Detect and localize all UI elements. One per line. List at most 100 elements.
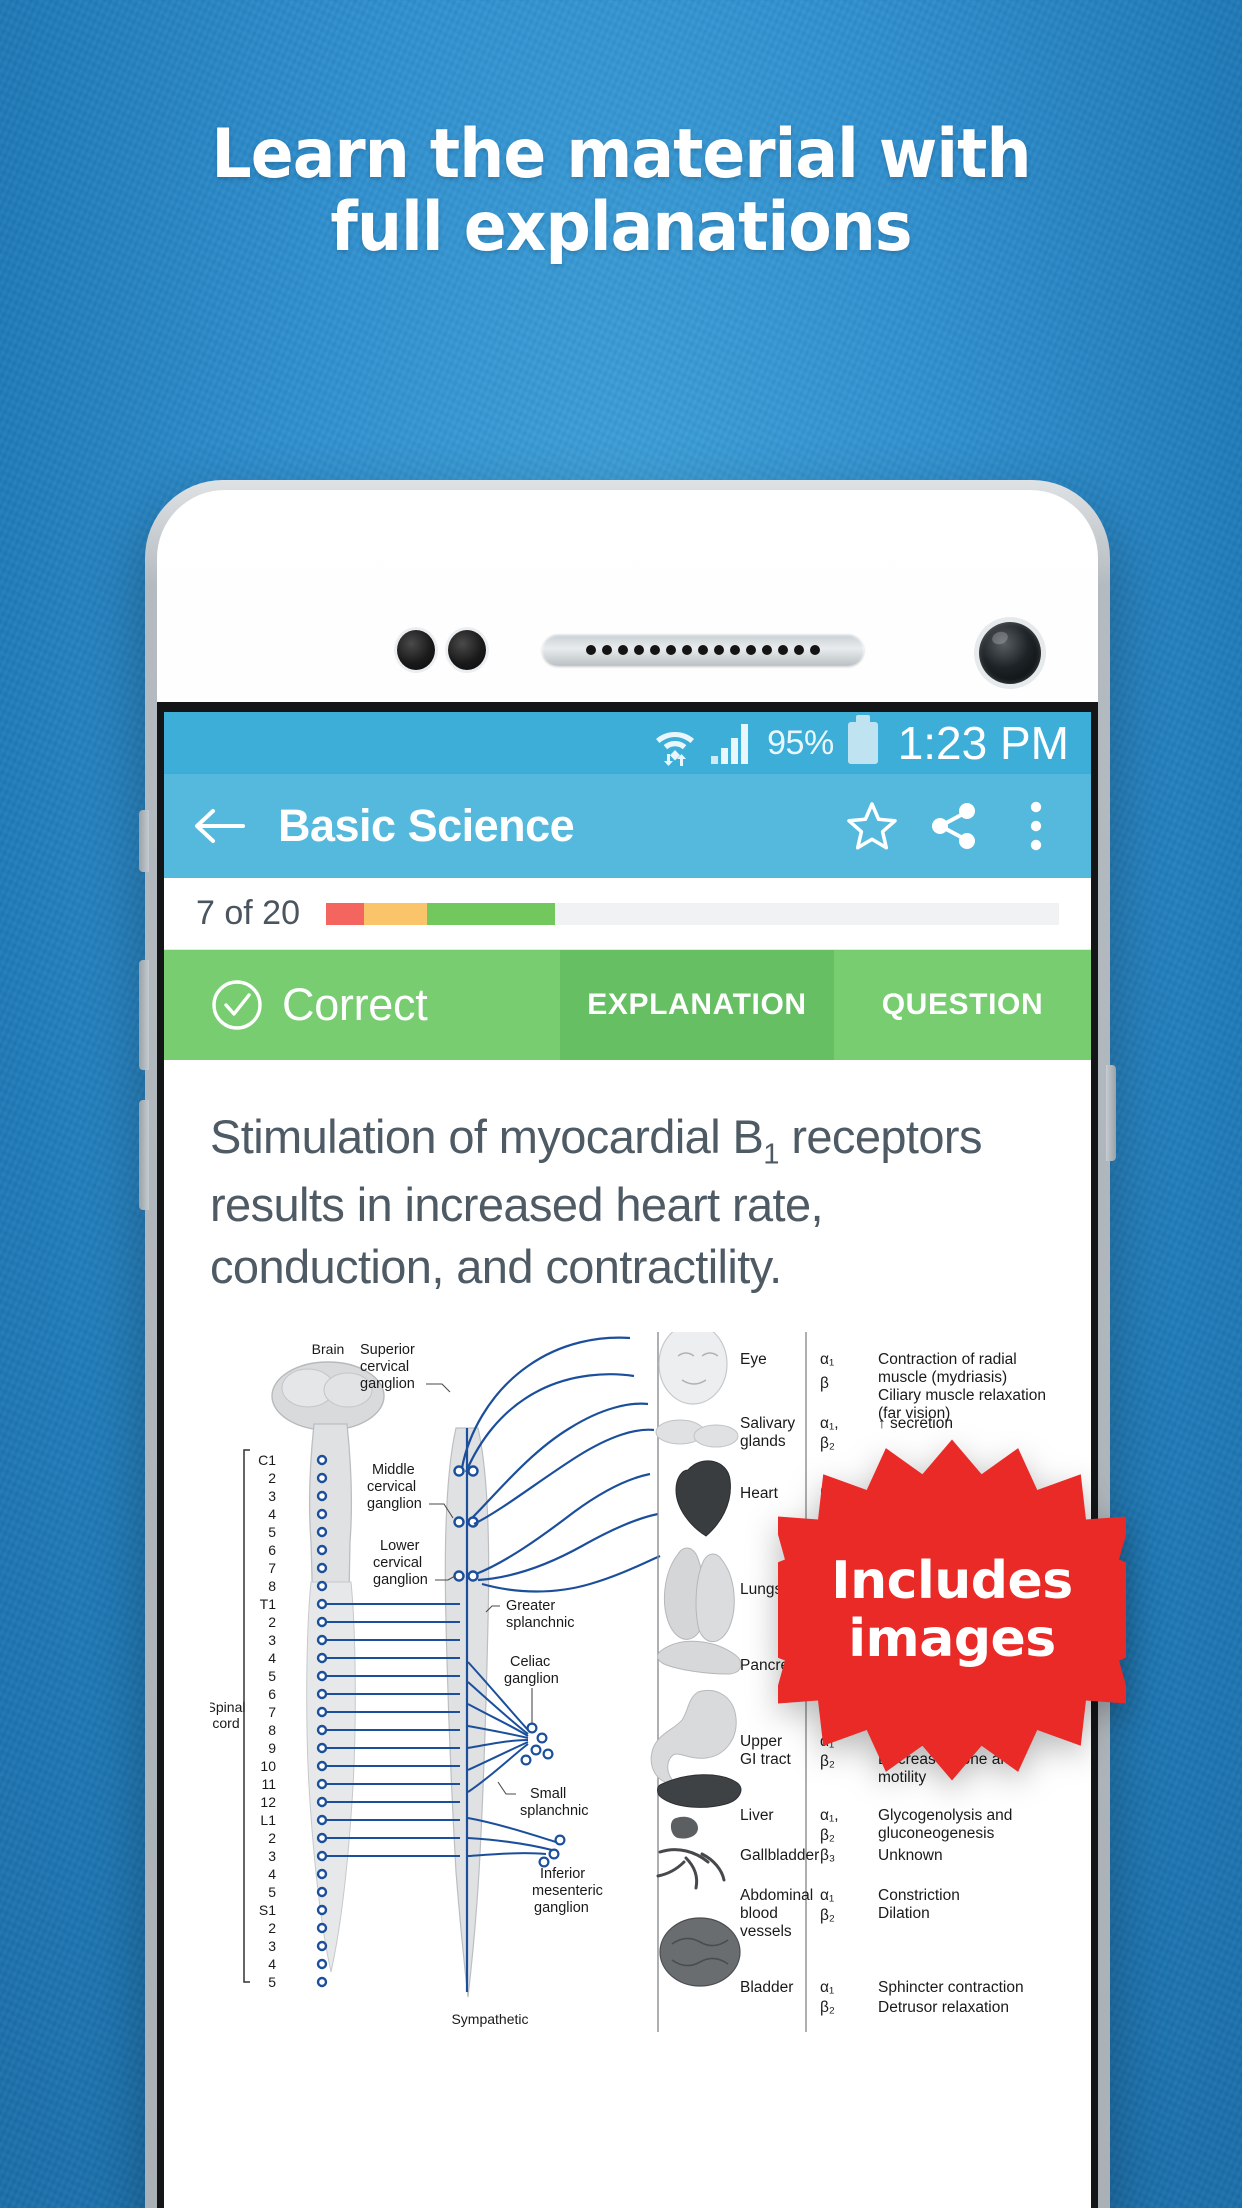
svg-text:splanchnic: splanchnic: [506, 1615, 575, 1631]
wifi-icon: [656, 732, 695, 766]
svg-text:Lungs: Lungs: [740, 1581, 782, 1598]
svg-text:Inferior: Inferior: [540, 1866, 585, 1882]
progress-segment-incorrect: [325, 902, 365, 925]
svg-text:cord: cord: [212, 1715, 239, 1731]
svg-text:α₁,: α₁,: [820, 1415, 839, 1432]
svg-text:2: 2: [268, 1614, 276, 1630]
explanation-text-part1: Stimulation of myocardial B: [210, 1110, 764, 1163]
svg-text:Salivary: Salivary: [740, 1415, 795, 1432]
promo-headline-line1: Learn the material with: [211, 115, 1031, 194]
includes-images-badge: Includes images: [778, 1434, 1126, 1786]
front-camera-icon: [979, 622, 1041, 684]
svg-text:L1: L1: [260, 1812, 276, 1828]
svg-text:Glycogenolysis and: Glycogenolysis and: [878, 1807, 1012, 1824]
svg-text:12: 12: [260, 1794, 276, 1810]
svg-text:4: 4: [268, 1650, 276, 1666]
svg-text:blood: blood: [740, 1905, 778, 1922]
tab-status-correct[interactable]: Correct: [164, 950, 560, 1060]
svg-text:↑ secretion: ↑ secretion: [878, 1415, 953, 1432]
svg-text:10: 10: [260, 1758, 276, 1774]
page-title: Basic Science: [278, 800, 575, 851]
progress-row: 7 of 20: [164, 878, 1091, 950]
svg-text:β₂: β₂: [820, 1907, 835, 1924]
svg-text:4: 4: [268, 1506, 276, 1522]
svg-text:Ciliary muscle relaxation: Ciliary muscle relaxation: [878, 1387, 1045, 1404]
svg-text:3: 3: [268, 1632, 276, 1648]
proximity-sensor-icon: [397, 630, 435, 670]
svg-text:2: 2: [268, 1920, 276, 1936]
svg-text:β₃: β₃: [820, 1847, 835, 1864]
tab-question-label: QUESTION: [881, 988, 1044, 1021]
phone-button-volume-up: [139, 960, 149, 1070]
svg-text:T1: T1: [260, 1596, 277, 1612]
tab-explanation-label: EXPLANATION: [587, 988, 807, 1021]
overflow-menu-icon[interactable]: [1009, 799, 1063, 853]
svg-text:7: 7: [268, 1560, 276, 1576]
svg-text:β₂: β₂: [820, 1999, 835, 2016]
svg-text:cervical: cervical: [367, 1479, 416, 1495]
svg-text:Dilation: Dilation: [878, 1905, 930, 1922]
svg-text:vessels: vessels: [740, 1923, 792, 1940]
phone-mockup: 95% 1:23 PM Basic Science 7 of 20 Correc…: [139, 480, 1116, 2208]
svg-text:ganglion: ganglion: [504, 1671, 559, 1687]
svg-text:Sympathetic: Sympathetic: [451, 2011, 528, 2027]
svg-text:ganglion: ganglion: [367, 1496, 422, 1512]
svg-text:Detrusor relaxation: Detrusor relaxation: [878, 1999, 1009, 2016]
battery-icon: [847, 715, 878, 764]
svg-text:ganglion: ganglion: [534, 1900, 589, 1916]
svg-text:cervical: cervical: [373, 1555, 422, 1571]
svg-text:ganglion: ganglion: [373, 1572, 428, 1588]
svg-text:5: 5: [268, 1668, 276, 1684]
svg-text:gluconeogenesis: gluconeogenesis: [878, 1825, 995, 1842]
phone-sensor-row: [157, 622, 1098, 684]
tab-explanation[interactable]: EXPLANATION: [560, 950, 834, 1060]
svg-text:3: 3: [268, 1848, 276, 1864]
svg-text:Lower: Lower: [380, 1538, 420, 1554]
phone-button-volume-down: [139, 1100, 149, 1210]
svg-text:splanchnic: splanchnic: [520, 1803, 589, 1819]
tab-bar: Correct EXPLANATION QUESTION: [164, 950, 1091, 1060]
explanation-text: Stimulation of myocardial B1 receptors r…: [210, 1106, 1045, 1298]
svg-text:Brain: Brain: [312, 1341, 345, 1357]
tab-status-label: Correct: [282, 979, 428, 1030]
svg-text:α₁: α₁: [820, 1351, 834, 1368]
svg-text:Superior: Superior: [360, 1342, 415, 1358]
svg-text:Liver: Liver: [740, 1807, 774, 1824]
status-bar: 95% 1:23 PM: [164, 712, 1091, 774]
svg-text:2: 2: [268, 1470, 276, 1486]
back-arrow-icon[interactable]: [192, 799, 246, 853]
svg-text:Constriction: Constriction: [878, 1887, 960, 1904]
svg-text:Gallbladder: Gallbladder: [740, 1847, 819, 1864]
svg-text:Celiac: Celiac: [510, 1654, 550, 1670]
app-bar: Basic Science: [164, 774, 1091, 878]
battery-percent-label: 95%: [767, 723, 834, 762]
svg-text:Spinal: Spinal: [210, 1699, 245, 1715]
share-icon[interactable]: [927, 799, 981, 853]
svg-text:Unknown: Unknown: [878, 1847, 943, 1864]
svg-text:Contraction of radial: Contraction of radial: [878, 1351, 1017, 1368]
svg-text:7: 7: [268, 1704, 276, 1720]
svg-text:β: β: [820, 1375, 829, 1392]
svg-text:cervical: cervical: [360, 1359, 409, 1375]
svg-text:α₁: α₁: [820, 1979, 834, 1996]
phone-body: 95% 1:23 PM Basic Science 7 of 20 Correc…: [157, 490, 1098, 2208]
tab-question[interactable]: QUESTION: [834, 950, 1091, 1060]
svg-text:muscle (mydriasis): muscle (mydriasis): [878, 1369, 1007, 1386]
earpiece-speaker-icon: [542, 634, 864, 666]
svg-text:4: 4: [268, 1866, 276, 1882]
progress-bar: [325, 902, 1059, 925]
phone-button-mute: [139, 810, 149, 872]
progress-segment-correct: [427, 902, 556, 925]
svg-text:8: 8: [268, 1578, 276, 1594]
svg-text:Eye: Eye: [740, 1351, 767, 1368]
badge-line-2: images: [848, 1609, 1056, 1669]
badge-line-1: Includes: [831, 1550, 1073, 1611]
svg-text:C1: C1: [258, 1452, 276, 1468]
svg-text:Middle: Middle: [372, 1462, 415, 1478]
svg-text:ganglion: ganglion: [360, 1376, 415, 1392]
star-outline-icon[interactable]: [845, 799, 899, 853]
svg-text:α₁,: α₁,: [820, 1807, 839, 1824]
progress-label: 7 of 20: [196, 894, 300, 932]
svg-text:Greater: Greater: [506, 1598, 555, 1614]
svg-text:3: 3: [268, 1488, 276, 1504]
